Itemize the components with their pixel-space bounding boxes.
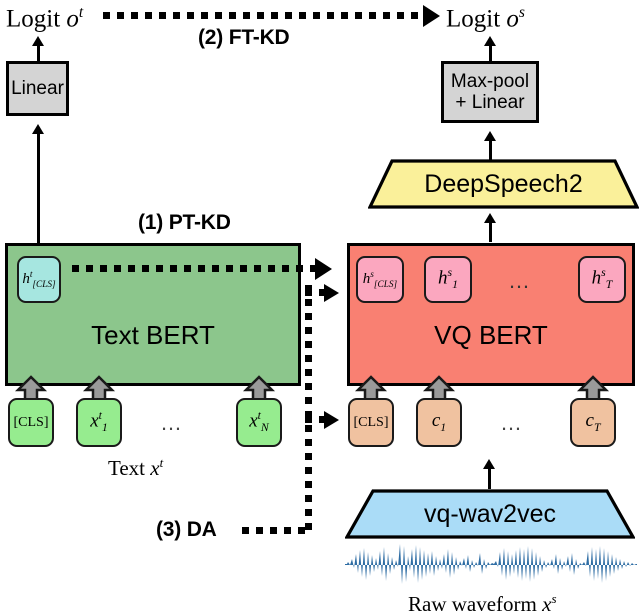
student-hidden-1-label: hs1 [438, 266, 458, 292]
step-da-label: (3) DA [156, 518, 217, 541]
teacher-token-cls-label: [CLS] [13, 414, 49, 430]
teacher-head-to-logit-line [37, 44, 40, 62]
student-token-cls-label: [CLS] [353, 414, 389, 430]
vqbert-to-acoustic-line [489, 222, 492, 242]
text-bert-label: Text BERT [91, 320, 215, 350]
teacher-head-to-logit-arrowhead [31, 36, 44, 46]
student-head-to-logit-line [489, 44, 492, 62]
vq-wav2vec-label: vq-wav2vec [424, 499, 556, 528]
teacher-token-x1-label: xt1 [90, 409, 108, 435]
raw-waveform-graphic [345, 544, 637, 584]
student-input-caption: Raw waveform xs [408, 591, 557, 615]
student-hidden-t-label: hsT [591, 266, 613, 292]
student-hidden-cls-label: hs[CLS] [362, 269, 398, 290]
deepspeech2-label: DeepSpeech2 [424, 169, 583, 198]
vq-wav2vec-trapezoid: vq-wav2vec [345, 489, 635, 539]
figure-canvas: Logit ot Linear (1) PT-KD Text BERT ht[C… [0, 0, 640, 615]
student-token-c1: c1 [416, 398, 462, 447]
da-dotted-horizontal [242, 527, 308, 534]
teacher-cls-hidden-box: ht[CLS] [17, 256, 61, 303]
teacher-cls-hidden-label: ht[CLS] [22, 269, 56, 290]
teacher-token-x1: xt1 [76, 398, 122, 447]
pt-kd-arrowhead [315, 257, 332, 280]
teacher-token-cls: [CLS] [8, 398, 54, 447]
student-head-line1: Max-pool [450, 70, 530, 92]
teacher-logit-label: Logit ot [6, 4, 84, 33]
vqbert-to-acoustic-arrowhead [483, 213, 496, 223]
pt-kd-dotted-line [72, 265, 315, 272]
student-token-cls: [CLS] [348, 398, 394, 447]
deepspeech2-trapezoid: DeepSpeech2 [368, 159, 639, 209]
student-hidden-1: hs1 [424, 256, 472, 303]
quantizer-to-tokens-line [488, 467, 491, 489]
acoustic-to-head-arrowhead [483, 131, 496, 141]
teacher-token-xn-label: xtN [249, 409, 269, 435]
student-hidden-ellipsis: … [508, 268, 530, 293]
student-token-c1-label: c1 [431, 410, 447, 434]
student-head-box: Max-pool + Linear [441, 61, 539, 123]
student-token-ct: cT [570, 398, 616, 447]
student-hidden-cls: hs[CLS] [356, 256, 404, 303]
ft-kd-arrowhead [423, 4, 440, 27]
student-token-ellipsis: … [500, 410, 522, 435]
teacher-encoder-to-head-line [37, 132, 40, 244]
da-vqbert-arrowhead [324, 283, 339, 302]
student-head-to-logit-arrowhead [483, 36, 496, 46]
student-hidden-t: hsT [578, 256, 626, 303]
acoustic-to-head-line [489, 140, 492, 160]
teacher-encoder-to-head-arrowhead [31, 124, 44, 134]
da-tokens-arrowhead [324, 410, 339, 429]
ft-kd-dotted-line [103, 12, 425, 19]
step-pt-kd-label: (1) PT-KD [138, 211, 231, 234]
step-ft-kd-label: (2) FT-KD [198, 26, 290, 49]
da-dotted-vertical [305, 285, 312, 533]
student-head-line2: + Linear [455, 92, 525, 113]
teacher-token-ellipsis: … [160, 410, 182, 435]
student-token-ct-label: cT [585, 410, 601, 434]
teacher-head-linear-box: Linear [6, 61, 69, 116]
vq-bert-label: VQ BERT [434, 320, 548, 350]
teacher-head-linear-label: Linear [11, 77, 64, 99]
quantizer-to-tokens-arrowhead [482, 459, 495, 469]
teacher-input-caption: Text xt [108, 455, 164, 480]
teacher-token-xn: xtN [236, 398, 282, 447]
student-logit-label: Logit os [446, 4, 525, 33]
